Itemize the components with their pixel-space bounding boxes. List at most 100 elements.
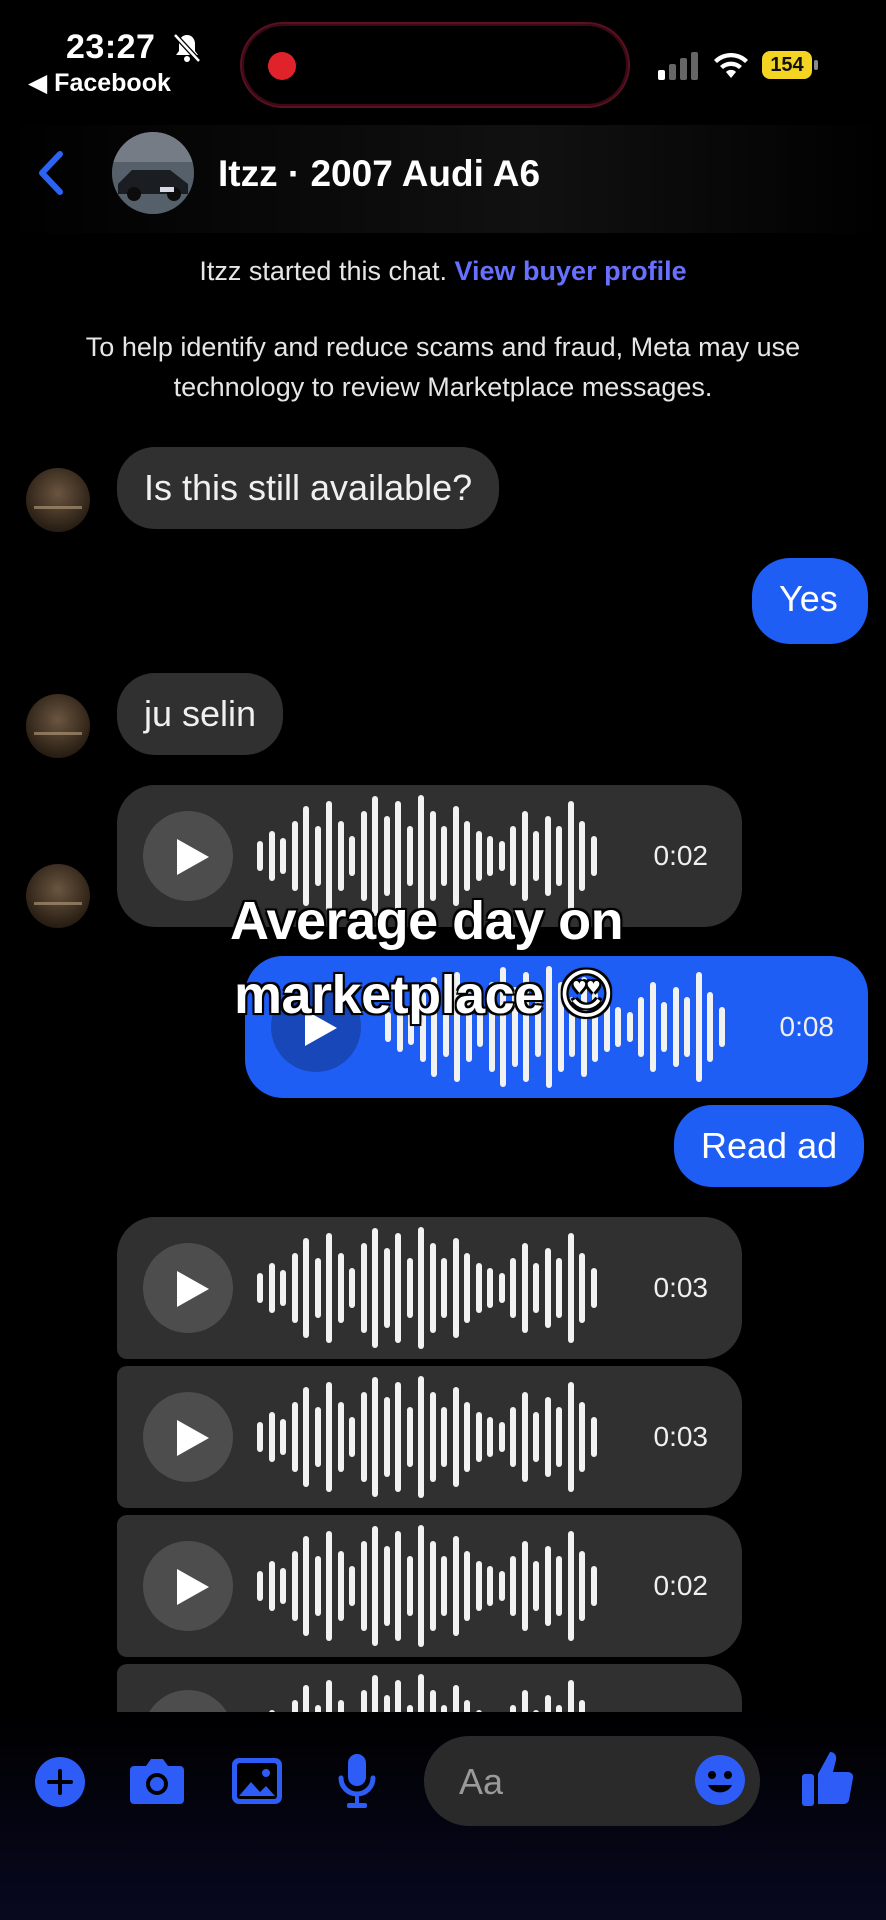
waveform-bar [475, 1263, 482, 1313]
waveform-bar [464, 821, 470, 891]
waveform-bar [615, 1007, 621, 1047]
waveform-bar [406, 1407, 413, 1467]
message-incoming[interactable]: ju selin [117, 673, 284, 755]
message-outgoing[interactable]: Read ad [674, 1105, 865, 1187]
waveform-bar [257, 1422, 263, 1452]
waveform-bar [303, 1387, 309, 1487]
waveform-bar [510, 826, 516, 886]
waveform-bar [303, 1238, 309, 1338]
play-icon [177, 839, 209, 875]
waveform-bar [590, 1417, 597, 1457]
play-icon [177, 1569, 209, 1605]
play-button[interactable] [143, 1541, 233, 1631]
sender-avatar[interactable] [26, 468, 90, 532]
voice-message-incoming[interactable]: 0:02 [117, 1515, 742, 1657]
waveform-bar [498, 841, 505, 871]
waveform-bar [291, 821, 298, 891]
fraud-notice-line2: technology to review Marketplace message… [173, 372, 713, 402]
waveform-bar [544, 1546, 551, 1626]
waveform-bar [349, 1417, 355, 1457]
waveform-bar [510, 1407, 516, 1467]
play-button[interactable] [143, 1392, 233, 1482]
play-button[interactable] [143, 1243, 233, 1333]
waveform-bar [521, 1243, 528, 1333]
waveform-bar [360, 1243, 367, 1333]
plus-icon[interactable] [34, 1756, 86, 1813]
waveform-bar [533, 831, 539, 881]
waveform-bar [303, 1536, 309, 1636]
waveform-bar [314, 1407, 321, 1467]
play-button[interactable] [143, 811, 233, 901]
waveform-bar [268, 1412, 275, 1462]
waveform-bar [521, 1392, 528, 1482]
bell-muted-icon [172, 32, 202, 69]
thumbs-up-icon[interactable] [800, 1748, 856, 1813]
waveform-bar [383, 1397, 390, 1477]
back-to-facebook-link[interactable]: ◀ Facebook [28, 68, 171, 98]
microphone-icon[interactable] [338, 1752, 376, 1815]
waveform-bar [464, 1402, 470, 1472]
waveform-bar [360, 1541, 367, 1631]
waveform-bar [556, 1258, 562, 1318]
waveform-bar [314, 1258, 321, 1318]
waveform-bar [441, 1556, 447, 1616]
waveform-bar [441, 826, 447, 886]
status-time: 23:27 [66, 28, 156, 66]
voice-message-incoming[interactable]: 0:03 [117, 1217, 742, 1359]
waveform-bar [372, 1377, 378, 1497]
waveform-bar [556, 1407, 562, 1467]
waveform-bar [626, 1012, 633, 1042]
message-incoming[interactable]: Is this still available? [117, 447, 500, 529]
waveform-bar [360, 1392, 367, 1482]
waveform-bar [291, 1551, 298, 1621]
listing-avatar[interactable] [112, 132, 194, 214]
recording-indicator [268, 52, 296, 80]
waveform-bar [280, 1419, 286, 1455]
gallery-icon[interactable] [230, 1756, 284, 1811]
emoji-icon[interactable] [694, 1754, 746, 1811]
waveform-bar [464, 1551, 470, 1621]
message-outgoing[interactable]: Yes [752, 558, 868, 644]
waveform-bar [475, 1561, 482, 1611]
video-caption-line2: marketplace 😍 [234, 965, 615, 1025]
waveform-bar [498, 1571, 505, 1601]
battery-tip [814, 60, 818, 70]
sender-avatar[interactable] [26, 694, 90, 758]
camera-icon[interactable] [128, 1756, 186, 1811]
voice-message-incoming[interactable]: 0:03 [117, 1366, 742, 1508]
waveform-bar [326, 1382, 332, 1492]
waveform-bar [257, 1571, 263, 1601]
waveform-bar [257, 841, 263, 871]
waveform-bar [383, 1248, 390, 1328]
waveform-bar [498, 1422, 505, 1452]
voice-duration: 0:02 [653, 840, 709, 871]
waveform-bar [579, 821, 585, 891]
video-caption-line1: Average day on [230, 891, 624, 951]
waveform-bar [452, 1238, 459, 1338]
waveform-bar [672, 987, 679, 1067]
waveform-bar [395, 1233, 401, 1343]
waveform-bar [510, 1556, 516, 1616]
waveform-bar [429, 1541, 436, 1631]
view-buyer-profile-link[interactable]: View buyer profile [455, 256, 687, 286]
waveform-bar [280, 838, 286, 874]
waveform-bar [280, 1270, 286, 1306]
waveform-bar [533, 1412, 539, 1462]
waveform-bar [406, 1556, 413, 1616]
waveform-bar [533, 1561, 539, 1611]
waveform-bar [544, 1248, 551, 1328]
back-chevron-icon[interactable] [36, 150, 66, 201]
battery-indicator: 154 [762, 51, 812, 79]
chat-start-note: Itzz started this chat. View buyer profi… [0, 256, 886, 287]
waveform-bar [487, 1268, 493, 1308]
waveform-bar [383, 816, 390, 896]
chat-title[interactable]: Itzz · 2007 Audi A6 [218, 153, 540, 195]
waveform-bar [556, 826, 562, 886]
waveform-bar [579, 1402, 585, 1472]
sender-avatar[interactable] [26, 864, 90, 928]
waveform-bar [475, 1412, 482, 1462]
waveform-bar [429, 1243, 436, 1333]
waveform-bar [406, 1258, 413, 1318]
waveform-bar [349, 1566, 355, 1606]
voice-duration: 0:08 [779, 1011, 835, 1042]
